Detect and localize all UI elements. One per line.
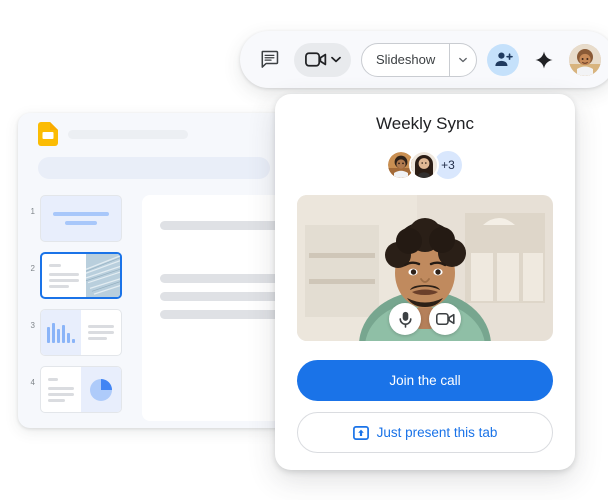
camera-button[interactable] — [429, 303, 461, 335]
slides-body: 1 2 3 4 — [18, 195, 290, 428]
floating-toolbar: Slideshow — [240, 31, 608, 88]
slide-filmstrip: 1 2 3 4 — [18, 195, 136, 428]
slide-number: 3 — [30, 321, 35, 330]
slide-number: 2 — [30, 264, 35, 273]
slideshow-dropdown-toggle[interactable] — [449, 43, 476, 76]
slide-image-thumb — [85, 254, 120, 297]
meeting-join-panel: Weekly Sync +3 Join the call Just presen… — [275, 94, 575, 470]
add-person-button[interactable] — [487, 43, 520, 76]
google-slides-window: 1 2 3 4 — [18, 113, 290, 428]
google-slides-icon — [38, 122, 58, 146]
user-avatar[interactable] — [569, 43, 602, 76]
chat-button[interactable] — [254, 45, 284, 75]
filmstrip-item-2[interactable]: 2 — [26, 252, 136, 299]
sparkle-icon — [535, 50, 553, 69]
video-camera-icon — [305, 52, 327, 67]
slide-thumbnail-1[interactable] — [40, 195, 122, 242]
slideshow-button[interactable]: Slideshow — [361, 42, 478, 77]
chevron-down-icon — [331, 56, 341, 63]
chat-bubble-icon — [260, 50, 278, 68]
microphone-button[interactable] — [389, 303, 421, 335]
document-title-placeholder[interactable] — [68, 129, 188, 139]
slide-canvas[interactable] — [142, 195, 290, 421]
present-tab-label: Just present this tab — [376, 425, 498, 440]
slide-number: 4 — [30, 378, 35, 387]
canvas-placeholder-line — [160, 274, 290, 283]
camera-dropdown-button[interactable] — [294, 42, 351, 77]
slide-number: 1 — [30, 207, 35, 216]
person-add-icon — [495, 52, 513, 66]
slide-thumbnail-2[interactable] — [40, 252, 122, 299]
present-to-screen-icon — [352, 425, 369, 440]
present-tab-button[interactable]: Just present this tab — [297, 412, 553, 453]
video-preview[interactable] — [297, 195, 553, 341]
chevron-down-icon — [459, 57, 468, 62]
join-call-button[interactable]: Join the call — [297, 360, 553, 401]
illustration-stage: 1 2 3 4 Slideshow Weekly Sync +3 Join th… — [0, 0, 608, 500]
slides-titlebar — [18, 113, 290, 155]
filmstrip-item-1[interactable]: 1 — [26, 195, 136, 242]
filmstrip-item-3[interactable]: 3 — [26, 309, 136, 356]
video-camera-icon — [435, 312, 455, 326]
avatar-image — [569, 43, 602, 76]
slideshow-label: Slideshow — [376, 52, 436, 67]
slide-canvas-area — [136, 195, 290, 428]
meeting-title: Weekly Sync — [376, 114, 474, 133]
canvas-placeholder-line — [160, 310, 290, 319]
slide-pie-chart — [81, 367, 121, 412]
slides-toolbar-placeholder[interactable] — [38, 157, 270, 179]
microphone-icon — [398, 311, 412, 328]
participants-row: +3 — [386, 149, 464, 181]
sparkle-button[interactable] — [529, 45, 559, 75]
slide-thumbnail-4[interactable] — [40, 366, 122, 413]
slide-bar-chart — [41, 310, 81, 355]
avatar-image — [411, 152, 437, 178]
canvas-placeholder-line — [160, 221, 290, 230]
video-controls — [389, 303, 461, 335]
canvas-placeholder-line — [160, 292, 290, 301]
slide-thumbnail-3[interactable] — [40, 309, 122, 356]
filmstrip-item-4[interactable]: 4 — [26, 366, 136, 413]
participant-avatar-2[interactable] — [409, 150, 439, 180]
